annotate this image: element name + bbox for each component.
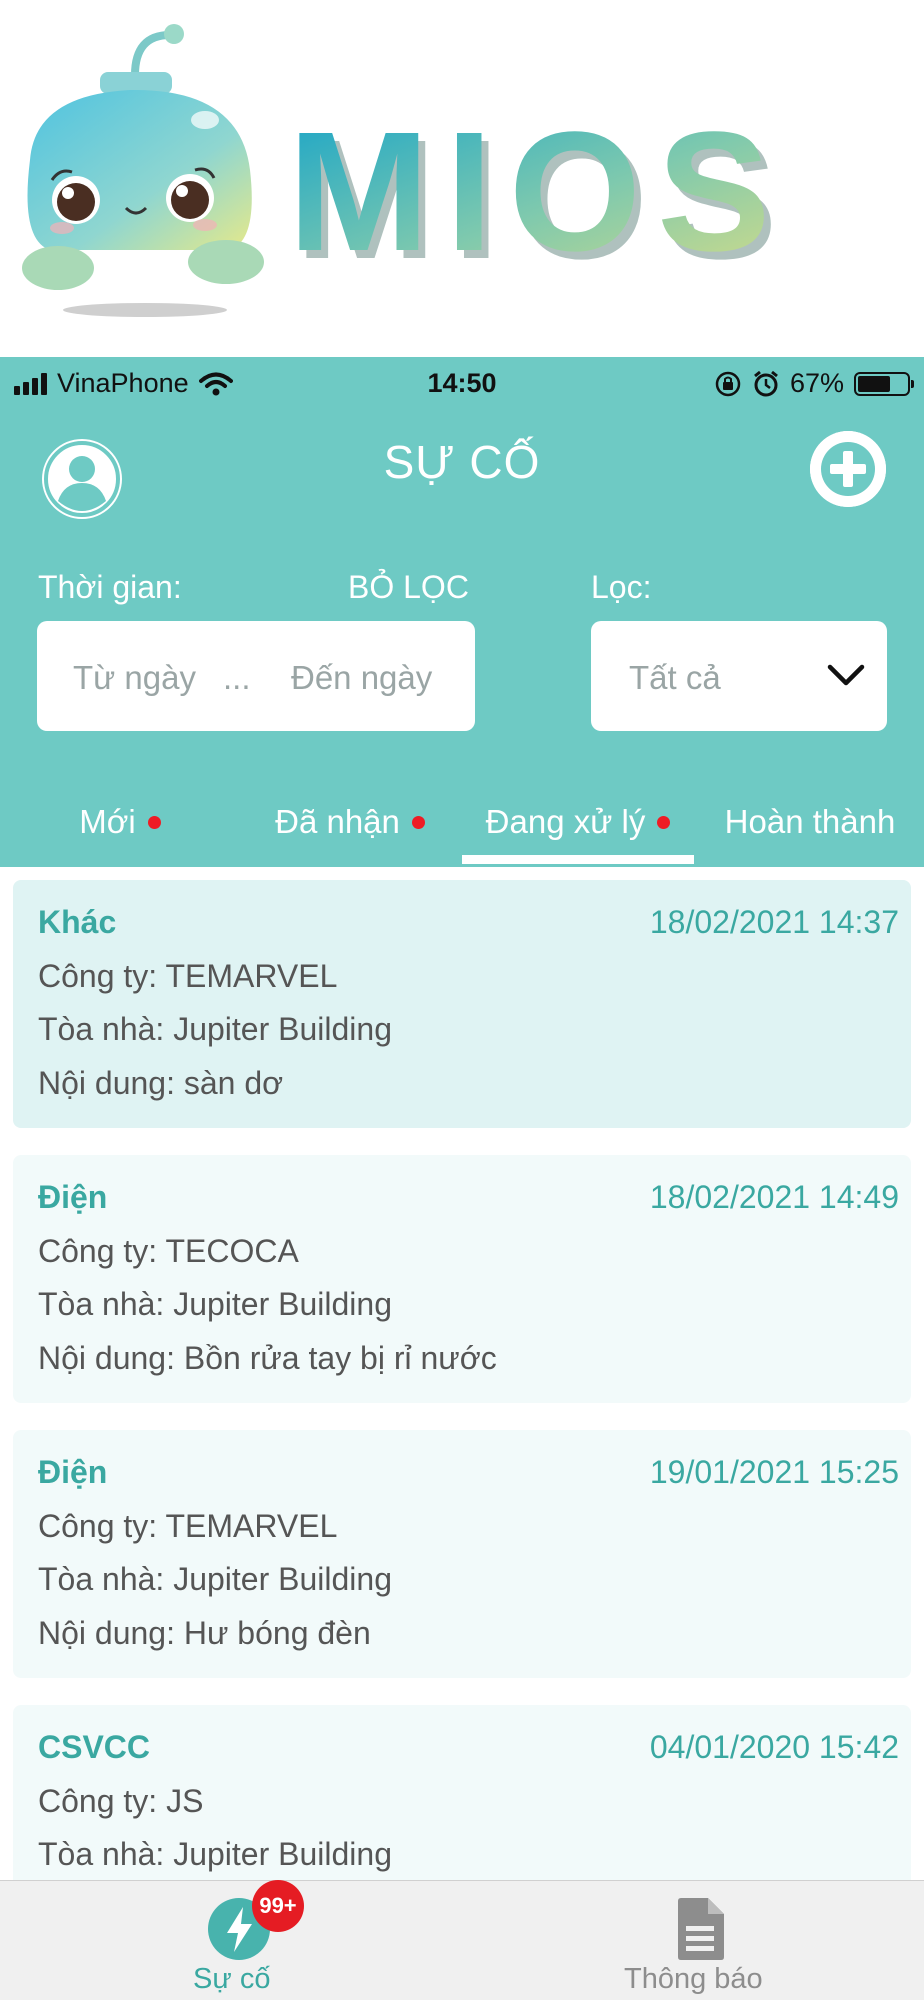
date-range-field[interactable]: Từ ngày ... Đến ngày — [37, 621, 475, 731]
tab-new[interactable]: Mới — [40, 777, 200, 867]
incident-card[interactable]: CSVCC 04/01/2020 15:42 Công ty: JS Tòa n… — [13, 1705, 911, 1880]
incident-card[interactable]: Khác 18/02/2021 14:37 Công ty: TEMARVEL … — [13, 880, 911, 1128]
status-tabs: Mới Đã nhận Đang xử lý Hoàn thành — [0, 777, 924, 867]
from-date-input[interactable]: Từ ngày — [73, 659, 196, 697]
alarm-icon — [754, 370, 778, 396]
clear-filter-button[interactable]: BỎ LỌC — [348, 569, 469, 606]
plus-circle-icon — [810, 431, 886, 507]
incident-card[interactable]: Điện 19/01/2021 15:25 Công ty: TEMARVEL … — [13, 1430, 911, 1678]
range-separator: ... — [223, 659, 251, 696]
incident-type: Điện — [38, 1454, 108, 1490]
tab-new-label: Mới — [79, 803, 136, 840]
status-bar: VinaPhone 14:50 67% — [0, 357, 924, 407]
time-label: Thời gian: — [38, 569, 182, 605]
unread-dot — [657, 815, 671, 829]
tab-processing[interactable]: Đang xử lý — [470, 777, 686, 867]
unread-dot — [147, 815, 161, 829]
incident-type: Khác — [38, 904, 117, 940]
incident-company: Công ty: JS — [38, 1783, 204, 1819]
incident-datetime: 18/02/2021 14:49 — [649, 1179, 899, 1215]
tab-processing-label: Đang xử lý — [485, 803, 646, 840]
selected-tab-indicator — [462, 855, 694, 864]
incident-type: CSVCC — [38, 1729, 151, 1765]
svg-text:MIOS: MIOS — [288, 97, 786, 287]
incident-list: Khác 18/02/2021 14:37 Công ty: TEMARVEL … — [0, 867, 924, 1880]
nav-notifications-label: Thông báo — [624, 1963, 763, 1995]
tab-completed[interactable]: Hoàn thành — [712, 777, 908, 867]
incident-building: Tòa nhà: Jupiter Building — [38, 1011, 392, 1047]
incident-datetime: 18/02/2021 14:37 — [649, 904, 899, 940]
nav-incidents-label: Sự cố — [193, 1963, 271, 1995]
incident-datetime: 04/01/2020 15:42 — [649, 1729, 899, 1765]
logo-banner: MIOS MIOS — [0, 0, 924, 357]
tab-received-label: Đã nhận — [275, 803, 400, 840]
rotation-lock-icon — [715, 371, 741, 396]
bottom-navigation: Sự cố Thông báo — [0, 1880, 924, 2000]
to-date-input[interactable]: Đến ngày — [291, 659, 432, 697]
chevron-down-icon — [827, 664, 865, 686]
filter-label: Lọc: — [591, 569, 652, 605]
notification-badge: 99+ — [252, 1880, 304, 1932]
document-icon — [678, 1898, 724, 1960]
incident-card[interactable]: Điện 18/02/2021 14:49 Công ty: TECOCA Tò… — [13, 1155, 911, 1403]
tab-received[interactable]: Đã nhận — [250, 777, 450, 867]
incident-content: Nội dung: Bồn rửa tay bị rỉ nước — [38, 1340, 497, 1376]
battery-percent: 67% — [789, 368, 844, 398]
app-header: VinaPhone 14:50 67% SỰ CỐ Thời gian: BỎ … — [0, 357, 924, 867]
incident-building: Tòa nhà: Jupiter Building — [38, 1836, 392, 1872]
incident-content: Nội dung: sàn dơ — [38, 1065, 284, 1101]
unread-dot — [411, 815, 425, 829]
filter-select-value: Tất cả — [629, 659, 721, 696]
filter-select[interactable]: Tất cả — [591, 621, 887, 731]
incident-datetime: 19/01/2021 15:25 — [649, 1454, 899, 1490]
incident-type: Điện — [38, 1179, 108, 1215]
page-title: SỰ CỐ — [383, 436, 541, 488]
tab-completed-label: Hoàn thành — [724, 803, 896, 840]
battery-icon — [854, 371, 914, 396]
mios-logo: MIOS MIOS — [22, 24, 786, 317]
incident-company: Công ty: TEMARVEL — [38, 1508, 338, 1544]
add-incident-button[interactable] — [810, 431, 886, 507]
incident-building: Tòa nhà: Jupiter Building — [38, 1561, 392, 1597]
nav-notifications[interactable]: Thông báo — [600, 1881, 790, 2000]
incident-company: Công ty: TECOCA — [38, 1233, 299, 1269]
incident-building: Tòa nhà: Jupiter Building — [38, 1286, 392, 1322]
incident-company: Công ty: TEMARVEL — [38, 958, 338, 994]
incident-content: Nội dung: Hư bóng đèn — [38, 1615, 371, 1651]
